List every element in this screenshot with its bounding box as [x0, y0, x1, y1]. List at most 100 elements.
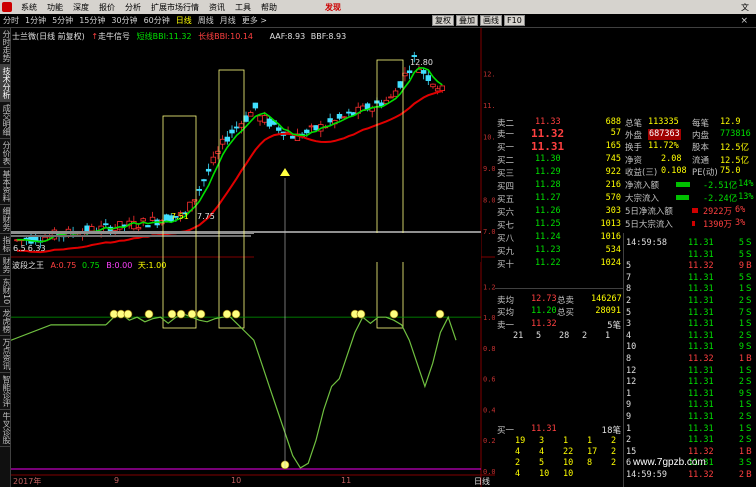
f10-button[interactable]: F10 [504, 15, 525, 26]
tick-price: 11.31 [688, 272, 714, 283]
menu-item-help[interactable]: 帮助 [256, 2, 282, 13]
period-30min[interactable]: 30分钟 [108, 15, 140, 26]
period-5min[interactable]: 5分钟 [49, 15, 76, 26]
buy-level-price: 11.23 [535, 245, 561, 255]
inflow1-value: -2.51亿 [703, 181, 738, 191]
total-buy-label: 总买 [557, 308, 575, 318]
buy-level-vol: 1013 [600, 219, 621, 229]
candle-body [392, 90, 399, 97]
menu-item-analysis[interactable]: 分析 [120, 2, 146, 13]
tab-timeshare[interactable]: 分时走势 [0, 28, 11, 65]
tick-time: 5 [626, 307, 632, 318]
candle-body [439, 85, 446, 91]
period-60min[interactable]: 60分钟 [141, 15, 173, 26]
sell1-vol: 57 [610, 128, 621, 138]
kline-chart[interactable]: 12.00 11.00 10.00 9.00 8.00 7.00 1.20 1.00 0.80 0… [11, 28, 495, 487]
sub-axis-tick: 1.20 [483, 283, 495, 291]
overlay-button[interactable]: 叠加 [456, 15, 478, 26]
tick-time: 12 [626, 377, 637, 388]
tab-finance[interactable]: 财务 [0, 255, 11, 276]
tick-time: 1 [626, 388, 632, 399]
high-price-marker: 12.80 [410, 58, 433, 67]
menu-item-tools[interactable]: 工具 [230, 2, 256, 13]
tick-direction-icon: S [746, 423, 752, 434]
adjust-button[interactable]: 复权 [432, 15, 454, 26]
tick-time: 4 [626, 330, 632, 341]
period-timeshare[interactable]: 分时 [0, 15, 22, 26]
queue-buy-cell: 10 [539, 469, 550, 479]
candle-body [276, 127, 282, 131]
date-axis-oct: 10 [231, 476, 242, 485]
menu-item-discover[interactable]: 发现 [320, 2, 346, 13]
queue-buy-cell: 1 [587, 436, 593, 446]
tab-smart-diagnosis[interactable]: 智能诊评 [0, 373, 11, 411]
tick-time: 8 [626, 284, 632, 295]
tick-volume: 1 [738, 400, 744, 411]
tick-direction-icon: S [746, 296, 752, 306]
candle-body [140, 218, 146, 222]
sub-axis-tick: 0.00 [483, 468, 495, 476]
eps-label: 收益(三) [625, 168, 658, 178]
period-daily[interactable]: 日线 [173, 15, 195, 26]
smiley-marker-icon [389, 309, 399, 319]
period-weekly[interactable]: 周线 [195, 15, 217, 26]
candle-body [388, 96, 394, 99]
smiley-marker-icon [176, 309, 186, 319]
menu-right-label[interactable]: 文 [736, 2, 754, 13]
tab-indicator[interactable]: 指标 [0, 234, 11, 255]
smiley-marker-icon [196, 309, 206, 319]
sub-axis-tick: 0.80 [483, 345, 495, 353]
queue-buy-cell: 19 [515, 436, 526, 446]
sub-axis-tick: 1.00 [483, 314, 495, 322]
period-15min[interactable]: 15分钟 [76, 15, 108, 26]
tab-basic-info[interactable]: 基本资料 [0, 168, 11, 205]
tick-volume: 9 [738, 342, 744, 353]
tab-fine-finance[interactable]: 细财务 [0, 205, 11, 234]
tick-volume: 2 [738, 377, 744, 388]
tab-news[interactable]: 万点资讯 [0, 336, 11, 374]
close-icon[interactable]: × [740, 16, 748, 26]
menu-item-ext-market[interactable]: 扩展市场行情 [146, 2, 204, 13]
tick-price: 11.31 [688, 423, 714, 434]
tick-time: 1 [626, 423, 632, 434]
menu-item-depth[interactable]: 深度 [68, 2, 94, 13]
period-more[interactable]: 更多 > [239, 15, 270, 26]
buy-level-label: 买九 [497, 247, 515, 257]
inflow5-pct: 6% [735, 205, 746, 215]
draw-line-button[interactable]: 画线 [480, 15, 502, 26]
period-1min[interactable]: 1分钟 [22, 15, 49, 26]
tab-price-table[interactable]: 分价表 [0, 139, 11, 168]
queue-sell-cell: 1 [605, 331, 611, 341]
buy-level-label: 买八 [497, 234, 515, 244]
app-logo-icon [2, 2, 12, 12]
tab-dragon-tiger[interactable]: 龙虎榜 [0, 307, 11, 337]
buy-level-label: 买六 [497, 208, 515, 218]
tick-time: 3 [626, 319, 632, 330]
tick-volume: 1 [738, 365, 744, 376]
tab-bull-diagnosis[interactable]: 牛叉诊股 [0, 410, 11, 448]
tick-time: 9 [626, 412, 632, 422]
queue-buy-cell: 2 [611, 447, 617, 457]
tab-technical[interactable]: 技术分析 [0, 65, 11, 102]
tick-time: 2 [626, 435, 632, 446]
candle-body [224, 136, 231, 142]
queue-buy-count: 18笔 [601, 426, 621, 436]
sub-label-a: A: [50, 261, 59, 270]
menu-item-system[interactable]: 系统 [16, 2, 42, 13]
total-sell-value: 146267 [591, 294, 622, 304]
tab-east10[interactable]: 东财10 [0, 276, 11, 308]
menu-item-news[interactable]: 资讯 [204, 2, 230, 13]
candle-body [308, 125, 315, 128]
candle-body [430, 83, 436, 88]
period-monthly[interactable]: 月线 [217, 15, 239, 26]
tick-volume: 2 [738, 296, 744, 306]
buy-level-label: 买十 [497, 260, 515, 270]
turnover-value: 11.72% [648, 141, 679, 151]
chart-area[interactable]: 12.00 11.00 10.00 9.00 8.00 7.00 1.20 1.00 0.80 0… [11, 28, 495, 487]
tab-trade-detail[interactable]: 成交明细 [0, 102, 11, 139]
buy-level-label: 买三 [497, 169, 515, 179]
queue-sell-count: 5笔 [607, 321, 621, 331]
menu-item-quote[interactable]: 报价 [94, 2, 120, 13]
menu-item-function[interactable]: 功能 [42, 2, 68, 13]
buy-level-label: 买二 [497, 156, 515, 166]
